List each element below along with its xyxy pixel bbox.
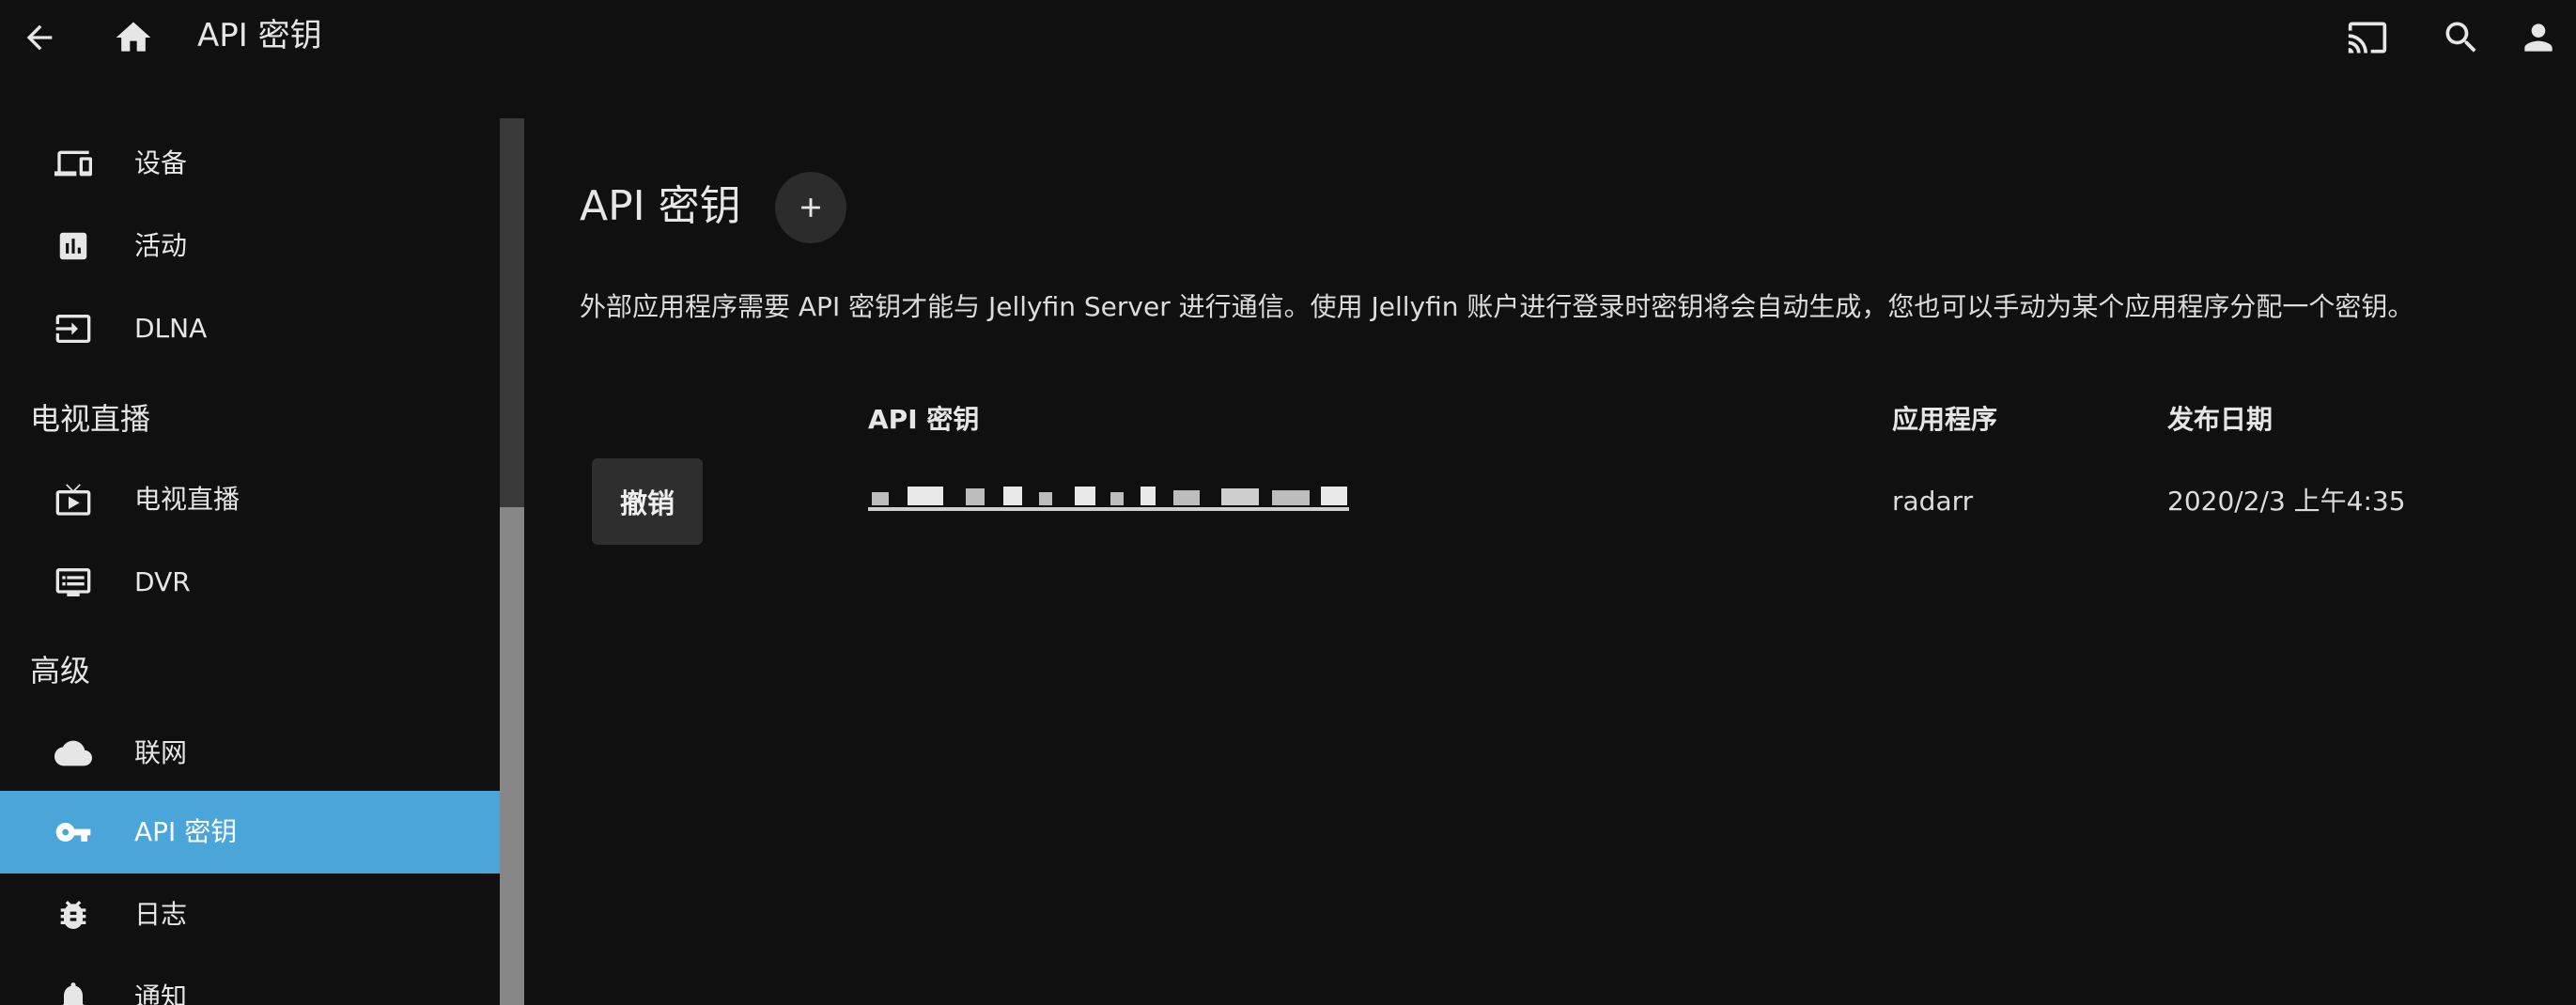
api-key-value-masked — [868, 485, 1349, 513]
devices-icon — [54, 147, 92, 180]
sidebar-item-notifications[interactable]: 通知 — [0, 956, 500, 1005]
revoke-button[interactable]: 撤销 — [592, 458, 703, 545]
cast-button[interactable] — [2330, 0, 2405, 75]
sidebar: 设备 活动 DLNA 电视直播 电视直播 DVR 高级 联网 API 密钥 日志… — [0, 118, 500, 1005]
home-icon — [116, 22, 151, 52]
cloud-icon — [54, 736, 92, 770]
bug-icon — [54, 898, 92, 932]
bell-icon — [54, 981, 92, 1005]
sidebar-item-api-keys[interactable]: API 密钥 — [0, 791, 500, 874]
back-button[interactable] — [2, 0, 77, 75]
column-header-api-key: API 密钥 — [868, 404, 980, 435]
section-title-advanced: 高级 — [30, 653, 91, 688]
key-icon — [54, 815, 92, 849]
sidebar-item-activity[interactable]: 活动 — [0, 205, 500, 287]
app-header: API 密钥 — [0, 0, 2576, 75]
search-icon — [2445, 22, 2476, 53]
column-header-date: 发布日期 — [2167, 404, 2273, 435]
arrow-back-icon — [26, 24, 53, 51]
add-api-key-button[interactable] — [775, 172, 846, 243]
cast-icon — [2348, 22, 2387, 54]
sidebar-item-label: 活动 — [134, 230, 188, 261]
page-description: 外部应用程序需要 API 密钥才能与 Jellyfin Server 进行通信。… — [580, 291, 2414, 322]
home-button[interactable] — [96, 0, 171, 75]
search-button[interactable] — [2424, 0, 2499, 75]
sidebar-item-label: DLNA — [134, 313, 208, 344]
page-header-title: API 密钥 — [197, 17, 322, 54]
user-button[interactable] — [2501, 0, 2576, 75]
sidebar-item-label: 联网 — [134, 737, 188, 768]
sidebar-item-logs[interactable]: 日志 — [0, 874, 500, 956]
column-header-app: 应用程序 — [1892, 404, 1998, 435]
date-issued-cell: 2020/2/3 上午4:35 — [2167, 486, 2406, 517]
sidebar-item-dvr[interactable]: DVR — [0, 541, 500, 624]
section-title-livetv: 电视直播 — [30, 401, 151, 437]
sidebar-item-label: 日志 — [134, 899, 188, 930]
sidebar-item-label: 设备 — [134, 147, 188, 178]
sidebar-item-devices[interactable]: 设备 — [0, 122, 500, 205]
input-icon — [54, 312, 92, 346]
sidebar-scrollbar-thumb[interactable] — [500, 507, 524, 1005]
sidebar-item-label: 电视直播 — [134, 484, 241, 515]
sidebar-item-label: DVR — [134, 566, 191, 597]
live-tv-icon — [54, 483, 92, 517]
user-icon — [2524, 23, 2553, 52]
sidebar-item-label: API 密钥 — [134, 816, 238, 847]
app-name-cell: radarr — [1892, 486, 1974, 517]
page-title: API 密钥 — [580, 182, 741, 230]
plus-icon — [801, 198, 820, 217]
sidebar-item-networking[interactable]: 联网 — [0, 712, 500, 795]
sidebar-item-dlna[interactable]: DLNA — [0, 287, 500, 370]
sidebar-item-label: 通知 — [134, 982, 188, 1005]
activity-chart-icon — [54, 229, 92, 263]
sidebar-item-livetv[interactable]: 电视直播 — [0, 458, 500, 541]
dvr-icon — [54, 565, 92, 599]
